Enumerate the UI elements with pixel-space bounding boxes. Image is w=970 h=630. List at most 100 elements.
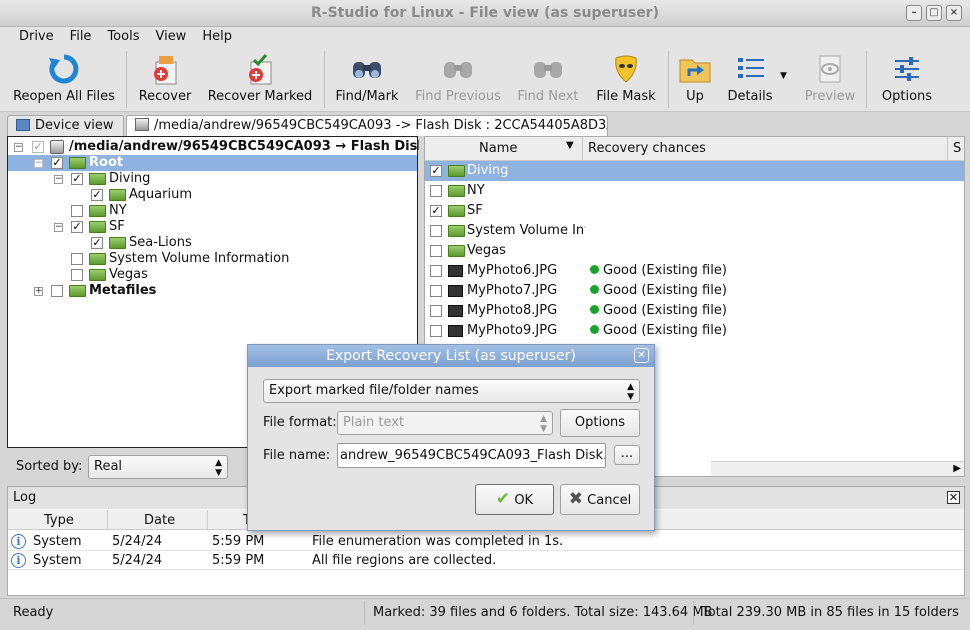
checkbox[interactable] (430, 185, 442, 197)
log-title: Log (13, 490, 37, 505)
find-mark-button[interactable]: Find/Mark (333, 47, 401, 112)
column-type[interactable]: Type (44, 513, 74, 528)
checkbox[interactable]: ✓ (71, 221, 83, 233)
close-icon[interactable]: ✕ (947, 491, 960, 504)
tab-device-view[interactable]: Device view (7, 115, 124, 136)
checkbox[interactable] (71, 269, 83, 281)
log-text: File enumeration was completed in 1s. (312, 534, 564, 549)
find-previous-button[interactable]: Find Previous (414, 47, 502, 112)
column-extra[interactable]: S (953, 141, 961, 156)
checkbox[interactable] (51, 285, 63, 297)
cross-icon: ✖ (568, 489, 584, 509)
browse-button[interactable]: ... (614, 445, 640, 465)
details-button[interactable]: Details (724, 47, 776, 112)
expand-icon[interactable]: + (34, 287, 43, 296)
list-item[interactable]: MyPhoto8.JPG Good (Existing file) (425, 301, 964, 321)
checkbox[interactable] (71, 253, 83, 265)
minimize-icon[interactable]: – (906, 5, 922, 21)
list-item[interactable]: ✓ SF (425, 201, 964, 221)
list-item[interactable]: ✓ Diving (425, 161, 964, 181)
menu-drive[interactable]: Drive (0, 27, 62, 47)
log-row[interactable]: i System 5/24/24 5:59 PM File enumeratio… (8, 532, 964, 551)
options-button[interactable]: Options (876, 47, 938, 112)
list-item[interactable]: MyPhoto6.JPG Good (Existing file) (425, 261, 964, 281)
tree-item-root[interactable]: − ✓ Root (8, 155, 417, 171)
tree-item-vegas[interactable]: Vegas (8, 267, 417, 283)
tree-item-label: Sea-Lions (129, 235, 192, 250)
tree-item-sf[interactable]: − ✓ SF (8, 219, 417, 235)
options-button-label: Options (574, 415, 626, 430)
checkbox[interactable] (430, 305, 442, 317)
list-item[interactable]: MyPhoto7.JPG Good (Existing file) (425, 281, 964, 301)
list-item[interactable]: Vegas (425, 241, 964, 261)
checkbox[interactable] (430, 245, 442, 257)
horizontal-scrollbar[interactable]: ▶ (711, 461, 964, 476)
checkbox[interactable]: ✓ (91, 237, 103, 249)
checkbox[interactable] (430, 285, 442, 297)
list-item[interactable]: NY (425, 181, 964, 201)
checkbox[interactable] (71, 205, 83, 217)
close-icon[interactable]: ✕ (634, 348, 649, 363)
status-dot-icon (590, 305, 599, 314)
file-name-input[interactable]: andrew_96549CBC549CA093_Flash Disk.txt (337, 443, 606, 468)
ok-button[interactable]: ✔ OK (475, 484, 554, 515)
tree-item-ny[interactable]: NY (8, 203, 417, 219)
column-name[interactable]: Name (479, 141, 517, 156)
collapse-icon[interactable]: − (14, 143, 23, 152)
collapse-icon[interactable]: − (54, 175, 63, 184)
export-mode-select[interactable]: Export marked file/folder names ▲ ▼ (263, 379, 640, 403)
column-date[interactable]: Date (144, 513, 175, 528)
column-divider (947, 137, 948, 161)
menu-file[interactable]: File (62, 27, 100, 47)
tree-item-diving[interactable]: − ✓ Diving (8, 171, 417, 187)
tree-item-sea-lions[interactable]: ✓ Sea-Lions (8, 235, 417, 251)
checkbox[interactable]: ✓ (51, 157, 63, 169)
find-next-button[interactable]: Find Next (514, 47, 582, 112)
details-dropdown[interactable]: ▼ (778, 47, 792, 112)
cancel-button[interactable]: ✖ Cancel (560, 484, 640, 515)
checkbox[interactable]: ✓ (71, 173, 83, 185)
list-item[interactable]: MyPhoto9.JPG Good (Existing file) (425, 321, 964, 341)
tree-item-metafiles[interactable]: + Metafiles (8, 283, 417, 299)
preview-button[interactable]: Preview (800, 47, 860, 112)
checkbox[interactable]: ✓ (32, 141, 44, 153)
folder-icon (89, 253, 106, 265)
scroll-right-icon[interactable]: ▶ (953, 463, 961, 474)
maximize-icon[interactable]: □ (926, 5, 942, 21)
tree-item-system-volume[interactable]: System Volume Information (8, 251, 417, 267)
close-icon[interactable]: × (946, 5, 962, 21)
checkbox[interactable]: ✓ (91, 189, 103, 201)
menu-view[interactable]: View (147, 27, 194, 47)
checkbox[interactable]: ✓ (430, 205, 442, 217)
up-button[interactable]: Up (674, 47, 716, 112)
options-button[interactable]: Options (560, 409, 640, 437)
column-recovery-chances[interactable]: Recovery chances (588, 141, 706, 156)
reopen-label: Reopen All Files (13, 89, 115, 104)
sort-select[interactable]: Real ▲ ▼ (88, 455, 228, 479)
tree-item-label: Aquarium (129, 187, 192, 202)
menu-tools[interactable]: Tools (99, 27, 147, 47)
log-row[interactable]: i System 5/24/24 5:59 PM All file region… (8, 551, 964, 570)
tree-item-device[interactable]: − ✓ /media/andrew/96549CBC549CA093 → Fla… (8, 139, 426, 155)
recover-button[interactable]: Recover (132, 47, 198, 112)
list-item[interactable]: System Volume Info (425, 221, 964, 241)
checkbox[interactable]: ✓ (430, 165, 442, 177)
chevron-down-icon[interactable]: ▼ (566, 140, 574, 151)
export-dialog: Export Recovery List (as superuser) ✕ Ex… (247, 344, 655, 531)
folder-icon (448, 245, 465, 257)
tab-file-path[interactable]: /media/andrew/96549CBC549CA093 -> Flash … (126, 115, 608, 136)
menu-help[interactable]: Help (194, 27, 240, 47)
collapse-icon[interactable]: − (34, 159, 43, 168)
tree-item-aquarium[interactable]: ✓ Aquarium (8, 187, 417, 203)
file-mask-button[interactable]: File Mask (592, 47, 660, 112)
checkbox[interactable] (430, 325, 442, 337)
sort-value: Real (94, 459, 123, 474)
recover-marked-button[interactable]: Recover Marked (204, 47, 316, 112)
checkbox[interactable] (430, 265, 442, 277)
checkbox[interactable] (430, 225, 442, 237)
toolbar-separator (668, 51, 669, 108)
file-format-select[interactable]: Plain text ▲ ▼ (337, 411, 553, 435)
reopen-all-files-button[interactable]: Reopen All Files (8, 47, 120, 112)
menu-bar: Drive File Tools View Help (0, 27, 970, 47)
collapse-icon[interactable]: − (54, 223, 63, 232)
